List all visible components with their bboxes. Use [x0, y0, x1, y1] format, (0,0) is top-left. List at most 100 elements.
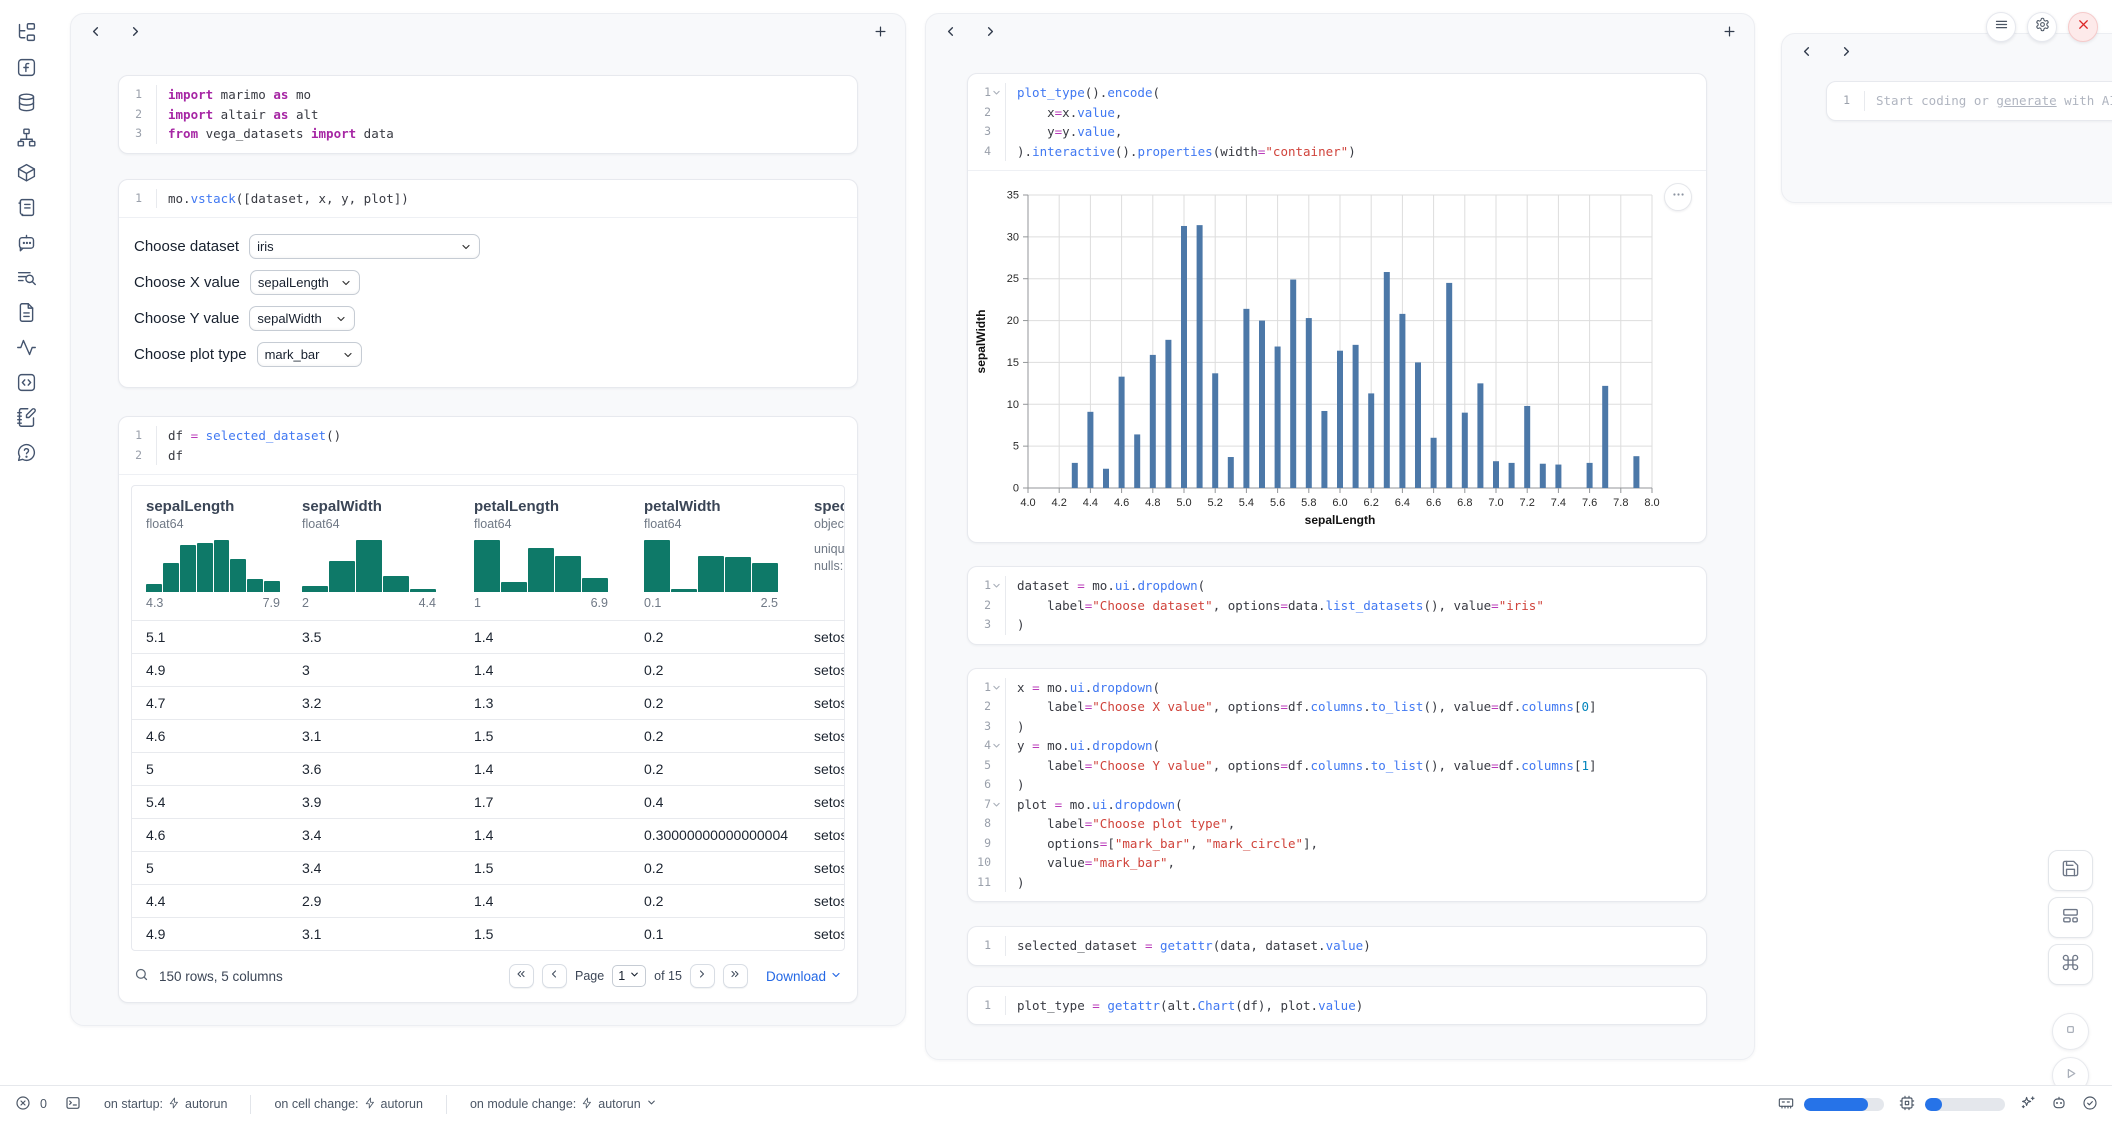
collapse-left-button[interactable] [1797, 45, 1815, 63]
activity-icon[interactable] [15, 336, 37, 358]
selected-dataset-cell[interactable]: 1selected_dataset = getattr(data, datase… [967, 926, 1707, 966]
download-button[interactable]: Download [766, 969, 842, 984]
column-header[interactable]: petalWidthfloat640.12.5 [630, 486, 800, 620]
code-line[interactable]: 1plot_type().encode( [968, 83, 1696, 103]
table-row[interactable]: 4.73.21.30.2setos [132, 686, 845, 719]
column-header[interactable]: speciobjecuniqunulls: [800, 486, 845, 620]
column-header[interactable]: sepalWidthfloat6424.4 [288, 486, 460, 620]
settings-button[interactable] [2027, 12, 2057, 42]
xy-plot-dropdowns-cell[interactable]: 1x = mo.ui.dropdown(2 label="Choose X va… [967, 668, 1707, 903]
code-line[interactable]: 3) [968, 717, 1696, 737]
code-line[interactable]: 3 y=y.value, [968, 122, 1696, 142]
code-line[interactable]: 4).interactive().properties(width="conta… [968, 142, 1696, 162]
code-line[interactable]: 2import altair as alt [119, 105, 847, 125]
notebook-pen-icon[interactable] [15, 406, 37, 428]
prev-page-button[interactable] [542, 964, 567, 988]
copilot-button[interactable] [2050, 1096, 2067, 1113]
function-square-icon[interactable] [15, 56, 37, 78]
package-icon[interactable] [15, 161, 37, 183]
errors-button[interactable] [14, 1096, 31, 1113]
expand-right-button[interactable] [981, 25, 999, 43]
imports-cell[interactable]: 1import marimo as mo2import altair as al… [118, 75, 858, 154]
first-page-button[interactable] [509, 964, 534, 988]
next-page-button[interactable] [690, 964, 715, 988]
table-row[interactable]: 4.931.40.2setos [132, 653, 845, 686]
last-page-button[interactable] [723, 964, 748, 988]
stop-kernel-button[interactable] [2052, 1013, 2089, 1050]
table-row[interactable]: 5.43.91.70.4setos [132, 785, 845, 818]
dataset-dropdown-cell[interactable]: 1dataset = mo.ui.dropdown(2 label="Choos… [967, 566, 1707, 645]
runtime-config-item[interactable]: on cell change:autorun [260, 1097, 437, 1112]
dropdown-select[interactable]: sepalWidth [249, 306, 355, 331]
expand-right-button[interactable] [126, 25, 144, 43]
ai-assistant-button[interactable] [2019, 1096, 2036, 1113]
chart-cell[interactable]: 1plot_type().encode(2 x=x.value,3 y=y.va… [967, 73, 1707, 543]
terminal-button[interactable] [65, 1096, 82, 1113]
table-row[interactable]: 4.42.91.40.2setos [132, 884, 845, 917]
code-line[interactable]: 2 x=x.value, [968, 103, 1696, 123]
plot-type-cell[interactable]: 1plot_type = getattr(alt.Chart(df), plot… [967, 986, 1707, 1026]
code-square-icon[interactable] [15, 371, 37, 393]
database-icon[interactable] [15, 91, 37, 113]
search-icon[interactable] [134, 967, 149, 985]
shutdown-button[interactable] [2068, 12, 2098, 42]
code-line[interactable]: 3from vega_datasets import data [119, 124, 847, 144]
collapse-left-button[interactable] [86, 25, 104, 43]
table-row[interactable]: 53.61.40.2setos [132, 752, 845, 785]
altair-bar-chart[interactable]: 4.04.24.44.64.85.05.25.45.65.86.06.26.46… [972, 183, 1706, 536]
code-line[interactable]: 8 label="Choose plot type", [968, 814, 1696, 834]
table-row[interactable]: 5.13.51.40.2setos [132, 620, 845, 653]
column-header[interactable]: petalLengthfloat6416.9 [460, 486, 630, 620]
add-cell-button[interactable] [1720, 25, 1738, 43]
dropdown-select[interactable]: mark_bar [257, 342, 362, 367]
kernel-status-button[interactable] [2081, 1096, 2098, 1113]
code-line[interactable]: 2 label="Choose dataset", options=data.l… [968, 596, 1696, 616]
runtime-config-item[interactable]: on startup:autorun [90, 1097, 241, 1112]
code-line[interactable]: 5 label="Choose Y value", options=df.col… [968, 756, 1696, 776]
code-line[interactable]: 1df = selected_dataset() [119, 426, 847, 446]
runtime-config-item[interactable]: on module change:autorun [456, 1097, 671, 1112]
sitemap-icon[interactable] [15, 126, 37, 148]
save-button[interactable] [2048, 850, 2093, 891]
code-line[interactable]: 1selected_dataset = getattr(data, datase… [968, 936, 1696, 956]
code-line[interactable]: 1x = mo.ui.dropdown( [968, 678, 1696, 698]
table-row[interactable]: 53.41.50.2setos [132, 851, 845, 884]
dropdown-select[interactable]: sepalLength [250, 270, 360, 295]
code-line[interactable]: 9 options=["mark_bar", "mark_circle"], [968, 834, 1696, 854]
code-line[interactable]: 11) [968, 873, 1696, 893]
code-line[interactable]: 7plot = mo.ui.dropdown( [968, 795, 1696, 815]
code-line[interactable]: 3) [968, 615, 1696, 635]
table-row[interactable]: 4.93.11.50.1setos [132, 917, 845, 950]
code-line[interactable]: 2df [119, 446, 847, 466]
table-row[interactable]: 4.63.11.50.2setos [132, 719, 845, 752]
new-cell-editor[interactable]: 1 Start coding or generate with AI [1826, 81, 2112, 121]
help-chat-icon[interactable] [15, 441, 37, 463]
dataframe-cell[interactable]: 1df = selected_dataset()2df sepalLengthf… [118, 416, 858, 1003]
code-line[interactable]: 1import marimo as mo [119, 85, 847, 105]
page-select[interactable]: 1 [612, 965, 646, 987]
vstack-cell[interactable]: 1mo.vstack([dataset, x, y, plot]) Choose… [118, 179, 858, 389]
add-cell-button[interactable] [871, 25, 889, 43]
file-tree-icon[interactable] [15, 21, 37, 43]
code-line[interactable]: 10 value="mark_bar", [968, 853, 1696, 873]
file-text-icon[interactable] [15, 301, 37, 323]
table-row[interactable]: 4.63.41.40.30000000000000004setos [132, 818, 845, 851]
code-line[interactable]: 1mo.vstack([dataset, x, y, plot]) [119, 189, 847, 209]
editor-placeholder[interactable]: Start coding or generate with AI [1865, 91, 2112, 111]
chart-actions-button[interactable] [1664, 183, 1692, 211]
code-line[interactable]: 6) [968, 775, 1696, 795]
command-palette-button[interactable] [2048, 944, 2093, 985]
expand-right-button[interactable] [1837, 45, 1855, 63]
chat-bot-icon[interactable] [15, 231, 37, 253]
menu-button[interactable] [1986, 12, 2016, 42]
dropdown-select[interactable]: iris [249, 234, 480, 259]
code-line[interactable]: 2 label="Choose X value", options=df.col… [968, 697, 1696, 717]
layout-toggle-button[interactable] [2048, 897, 2093, 938]
scroll-icon[interactable] [15, 196, 37, 218]
code-line[interactable]: 1dataset = mo.ui.dropdown( [968, 576, 1696, 596]
code-line[interactable]: 1plot_type = getattr(alt.Chart(df), plot… [968, 996, 1696, 1016]
list-search-icon[interactable] [15, 266, 37, 288]
code-line[interactable]: 4y = mo.ui.dropdown( [968, 736, 1696, 756]
column-header[interactable]: sepalLengthfloat644.37.9 [132, 486, 288, 620]
collapse-left-button[interactable] [941, 25, 959, 43]
